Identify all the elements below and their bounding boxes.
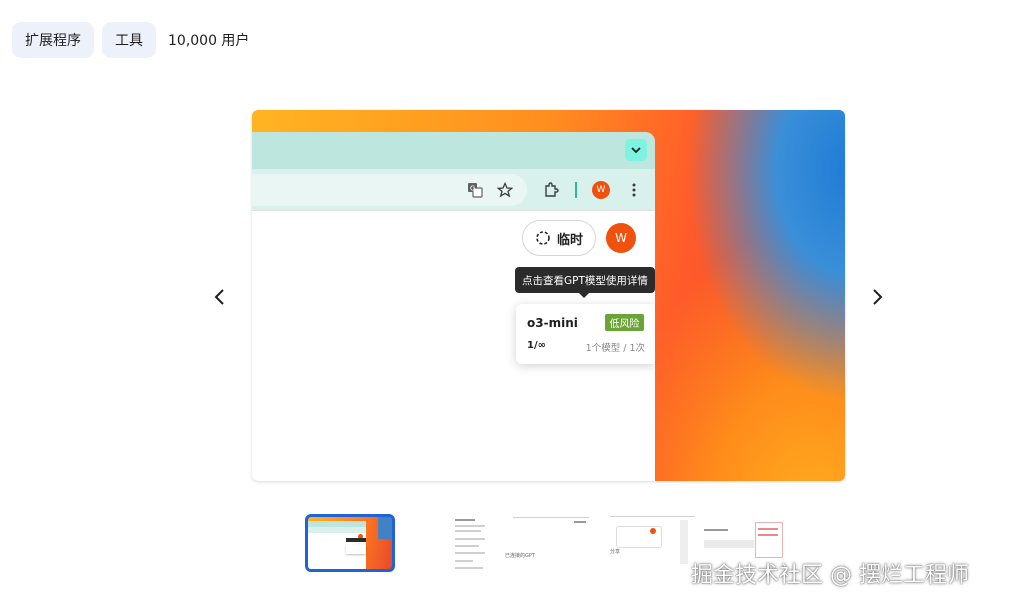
temporary-label: 临时 — [556, 232, 583, 248]
thumb-line — [455, 545, 479, 547]
thumb-line — [610, 516, 695, 517]
usage-count: 1/∞ — [527, 340, 546, 351]
screenshot-slide: G W 临时 W 点击查看GPT模型使用详情 o3-mini 低风险 1/∞ 1… — [252, 110, 845, 481]
thumb-avatar — [650, 528, 656, 534]
chip-tools[interactable]: 工具 — [102, 22, 156, 58]
thumbnail-3[interactable]: 分享 — [610, 514, 695, 572]
thumb-line — [455, 567, 483, 569]
thumb-toolbar — [308, 527, 366, 533]
thumb-line — [574, 521, 586, 523]
thumb-line — [704, 529, 728, 531]
carousel-prev-button[interactable] — [205, 282, 235, 312]
thumb-3-caption: 分享 — [610, 549, 621, 555]
risk-badge: 低风险 — [605, 314, 644, 331]
browser-window: G W 临时 W 点击查看GPT模型使用详情 o3-mini 低风险 1/∞ 1… — [252, 132, 655, 481]
thumbnail-1[interactable] — [305, 514, 395, 572]
chip-extensions[interactable]: 扩展程序 — [12, 22, 94, 58]
thumb-wallpaper-accent — [378, 517, 392, 539]
category-chips: 扩展程序 工具 10,000 用户 — [12, 22, 249, 58]
user-count: 10,000 用户 — [168, 33, 250, 49]
dashed-circle-icon — [536, 231, 550, 245]
translate-icon[interactable]: G — [466, 181, 484, 199]
thumb-line — [455, 560, 473, 562]
extension-store-page: 扩展程序 工具 10,000 用户 G W 临时 W 点击查看GPT模型使用详情… — [0, 0, 1020, 605]
page-content: 临时 W 点击查看GPT模型使用详情 o3-mini 低风险 1/∞ 1个模型 … — [252, 211, 655, 481]
thumb-line — [455, 552, 485, 554]
browser-toolbar: G W — [252, 169, 655, 211]
carousel-next-button[interactable] — [862, 282, 892, 312]
chevron-down-icon — [631, 147, 641, 154]
thumb-line — [455, 519, 475, 521]
thumb-line — [455, 525, 485, 527]
profile-avatar-small[interactable]: W — [592, 181, 610, 199]
model-usage-card[interactable]: o3-mini 低风险 1/∞ 1个模型 / 1次 — [516, 304, 655, 364]
usage-tooltip: 点击查看GPT模型使用详情 — [515, 267, 655, 298]
thumb-line — [758, 528, 778, 530]
usage-meta: 1个模型 / 1次 — [585, 343, 645, 354]
thumb-tooltip — [346, 538, 366, 542]
thumb-2-caption: 已连接的GPT — [505, 553, 535, 559]
model-name: o3-mini — [527, 316, 578, 330]
tab-search-button[interactable] — [625, 139, 647, 161]
star-icon[interactable] — [496, 181, 514, 199]
thumb-browser — [308, 521, 366, 569]
user-avatar[interactable]: W — [606, 223, 636, 253]
thumb-line — [455, 530, 481, 532]
more-vert-icon[interactable] — [625, 181, 643, 199]
puzzle-icon[interactable] — [542, 181, 560, 199]
thumbnail-2[interactable]: 已连接的GPT — [453, 514, 593, 572]
address-bar[interactable] — [252, 174, 527, 206]
thumb-line — [758, 534, 778, 536]
svg-text:G: G — [470, 185, 475, 193]
thumb-card — [346, 545, 366, 554]
thumb-panel — [680, 520, 688, 564]
temporary-chat-button[interactable]: 临时 — [522, 220, 596, 256]
thumb-line — [455, 538, 485, 540]
watermark: 掘金技术社区 @ 摆烂工程师 — [691, 563, 969, 588]
thumb-line — [513, 517, 589, 518]
chevron-right-icon — [873, 289, 883, 305]
browser-tabstrip — [252, 132, 655, 169]
toolbar-divider — [575, 182, 577, 198]
chevron-left-icon — [214, 289, 224, 305]
thumb-line — [704, 540, 754, 548]
